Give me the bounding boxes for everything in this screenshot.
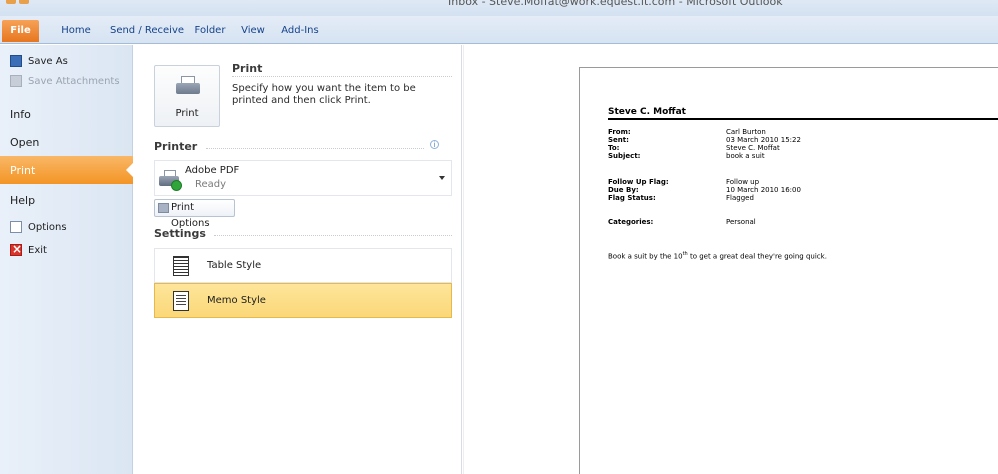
table-style-option[interactable]: Table Style [154,248,452,283]
quick-access-icon[interactable] [19,0,29,4]
nav-open[interactable]: Open [0,128,133,156]
preview-body: Book a suit by the 10th to get a great d… [608,251,827,261]
app-icon [6,0,16,4]
backstage-nav: Save As Save Attachments Info Open Print… [0,45,134,474]
print-options-icon [158,203,169,213]
tab-file[interactable]: File [2,20,39,42]
title-bar: Inbox - Steve.Moffat@work.equest.it.com … [0,0,998,16]
nav-options-label: Options [28,221,67,233]
settings-section-title: Settings [154,227,206,240]
memo-style-option[interactable]: Memo Style [154,283,452,318]
divider [214,235,452,236]
memo-style-icon [173,290,189,311]
quick-access-toolbar[interactable] [6,0,29,4]
nav-save-as-label: Save As [28,55,68,67]
nav-help[interactable]: Help [0,186,133,214]
printer-ready-icon [159,168,185,191]
print-preview: Steve C. Moffat From: Carl Burton Sent: 03… [463,45,998,474]
printer-dropdown[interactable]: Adobe PDF Ready [154,160,452,196]
print-options-label: Print Options [171,202,210,229]
nav-print-label: Print [10,163,36,177]
printer-icon [176,76,200,96]
nav-exit[interactable]: Exit [0,240,133,260]
nav-info[interactable]: Info [0,100,133,128]
print-options-button[interactable]: Print Options [154,199,235,229]
save-as-icon [10,55,22,67]
tab-home[interactable]: Home [56,20,96,42]
nav-save-attachments-label: Save Attachments [28,75,120,87]
options-icon [10,221,22,233]
divider [206,148,424,149]
print-button-label: Print [175,108,199,119]
printer-name: Adobe PDF [185,165,240,176]
nav-help-label: Help [10,193,36,207]
tab-send-receive[interactable]: Send / Receive [108,20,186,42]
printer-section-title: Printer [154,140,198,153]
nav-options[interactable]: Options [0,217,133,237]
attachment-icon [10,75,22,87]
print-settings-pane: Print Print Specify how you want the ite… [134,45,462,474]
tab-folder[interactable]: Folder [190,20,230,42]
print-heading: Print [232,62,263,75]
nav-info-label: Info [10,107,31,121]
info-icon[interactable]: i [430,140,439,149]
nav-save-attachments[interactable]: Save Attachments [0,71,133,91]
print-button[interactable]: Print [154,65,220,127]
printer-status: Ready [195,179,227,190]
nav-save-as[interactable]: Save As [0,51,133,71]
chevron-down-icon [439,176,445,180]
nav-exit-label: Exit [28,244,47,256]
tab-view[interactable]: View [236,20,270,42]
nav-open-label: Open [10,135,40,149]
exit-icon [10,242,22,256]
divider [232,76,452,77]
nav-print[interactable]: Print [0,156,134,184]
table-style-label: Table Style [207,260,262,271]
preview-page[interactable]: Steve C. Moffat From: Carl Burton Sent: 03… [579,67,998,474]
ribbon-tabs: File Home Send / Receive Folder View Add… [0,16,998,44]
print-description: Specify how you want the item to be prin… [232,83,416,106]
tab-add-ins[interactable]: Add-Ins [278,20,322,42]
table-style-icon [173,255,189,276]
preview-sender: Steve C. Moffat [608,107,686,117]
window-title: Inbox - Steve.Moffat@work.equest.it.com … [448,0,783,8]
divider [608,118,998,120]
memo-style-label: Memo Style [207,295,266,306]
